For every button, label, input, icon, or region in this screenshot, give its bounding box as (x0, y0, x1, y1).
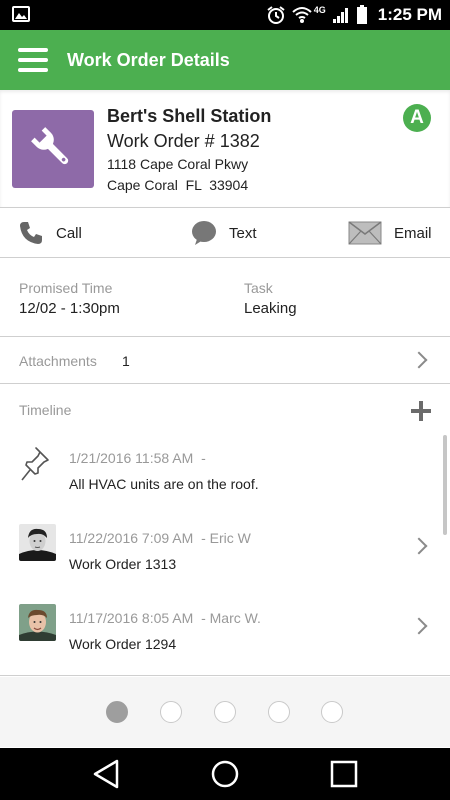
chevron-right-icon (410, 537, 428, 555)
attachments-count: 1 (122, 353, 130, 369)
timeline-item[interactable]: 11/22/2016 7:09 AM - Eric W Work Order 1… (0, 524, 440, 600)
scrollbar[interactable] (443, 435, 447, 535)
system-nav-bar (0, 748, 450, 800)
chevron-right-icon (410, 617, 428, 635)
address-line-2: Cape Coral FL 33904 (107, 177, 249, 193)
timeline-meta: 11/17/2016 8:05 AM - Marc W. (69, 610, 261, 626)
address-line-1: 1118 Cape Coral Pkwy (107, 156, 249, 172)
avatar-eric (19, 524, 56, 561)
chat-bubble-icon (192, 221, 216, 245)
station-name: Bert's Shell Station (107, 106, 272, 126)
timeline-label: Timeline (19, 402, 72, 418)
contact-actions: Call Text Email (0, 208, 450, 258)
timeline-text: Work Order 1294 (69, 636, 177, 652)
gallery-icon (12, 6, 30, 22)
promised-time-label: Promised Time (19, 280, 113, 296)
attachments-label: Attachments (19, 353, 97, 369)
signal-icon (332, 8, 348, 23)
chevron-right-icon (410, 351, 428, 369)
work-order-info: Promised Time 12/02 - 1:30pm Task Leakin… (0, 259, 450, 337)
timeline-meta: 11/22/2016 7:09 AM - Eric W (69, 530, 251, 546)
envelope-icon (348, 221, 382, 245)
status-bar: 4G 1:25 PM (0, 0, 450, 30)
battery-icon (356, 5, 367, 24)
wrench-icon (12, 110, 94, 188)
text-button[interactable]: Text (191, 208, 257, 258)
timeline-meta: 1/21/2016 11:58 AM - (69, 450, 206, 466)
menu-icon[interactable] (18, 48, 48, 72)
timeline-item[interactable]: 1/21/2016 11:58 AM - All HVAC units are … (0, 447, 440, 520)
home-icon[interactable] (210, 759, 240, 789)
network-type: 4G (313, 5, 326, 15)
page-dot-2[interactable] (160, 701, 182, 723)
task-value: Leaking (244, 300, 297, 317)
work-order-number: Work Order # 1382 (107, 131, 260, 151)
timeline-text: Work Order 1313 (69, 556, 177, 572)
timeline-item[interactable]: 11/17/2016 8:05 AM - Marc W. Work Order … (0, 604, 440, 680)
call-label: Call (56, 224, 82, 242)
add-icon[interactable] (411, 401, 431, 421)
grade-badge: A (403, 104, 431, 132)
phone-icon (20, 222, 42, 244)
page-dot-4[interactable] (268, 701, 290, 723)
recents-icon[interactable] (330, 759, 358, 789)
task-label: Task (244, 280, 273, 296)
page-dot-1[interactable] (106, 701, 128, 723)
page-title: Work Order Details (67, 49, 230, 70)
pin-icon (21, 447, 49, 481)
call-button[interactable]: Call (18, 208, 82, 258)
wifi-icon (292, 7, 312, 23)
attachments-row[interactable]: Attachments 1 (0, 338, 450, 384)
timeline-text: All HVAC units are on the roof. (69, 476, 259, 492)
page-indicator (0, 677, 450, 747)
status-time: 1:25 PM (377, 5, 442, 24)
app-bar: Work Order Details (0, 30, 450, 90)
timeline-section: Timeline 1/21/2016 11:58 AM - All HVAC u… (0, 385, 450, 676)
alarm-icon (267, 6, 285, 24)
avatar-marc (19, 604, 56, 641)
page-dot-3[interactable] (214, 701, 236, 723)
email-button[interactable]: Email (348, 208, 432, 258)
email-label: Email (394, 224, 432, 242)
work-order-header: Bert's Shell Station Work Order # 1382 1… (0, 90, 450, 208)
text-label: Text (229, 224, 257, 242)
promised-time-value: 12/02 - 1:30pm (19, 300, 120, 317)
back-icon[interactable] (92, 759, 120, 789)
page-dot-5[interactable] (321, 701, 343, 723)
